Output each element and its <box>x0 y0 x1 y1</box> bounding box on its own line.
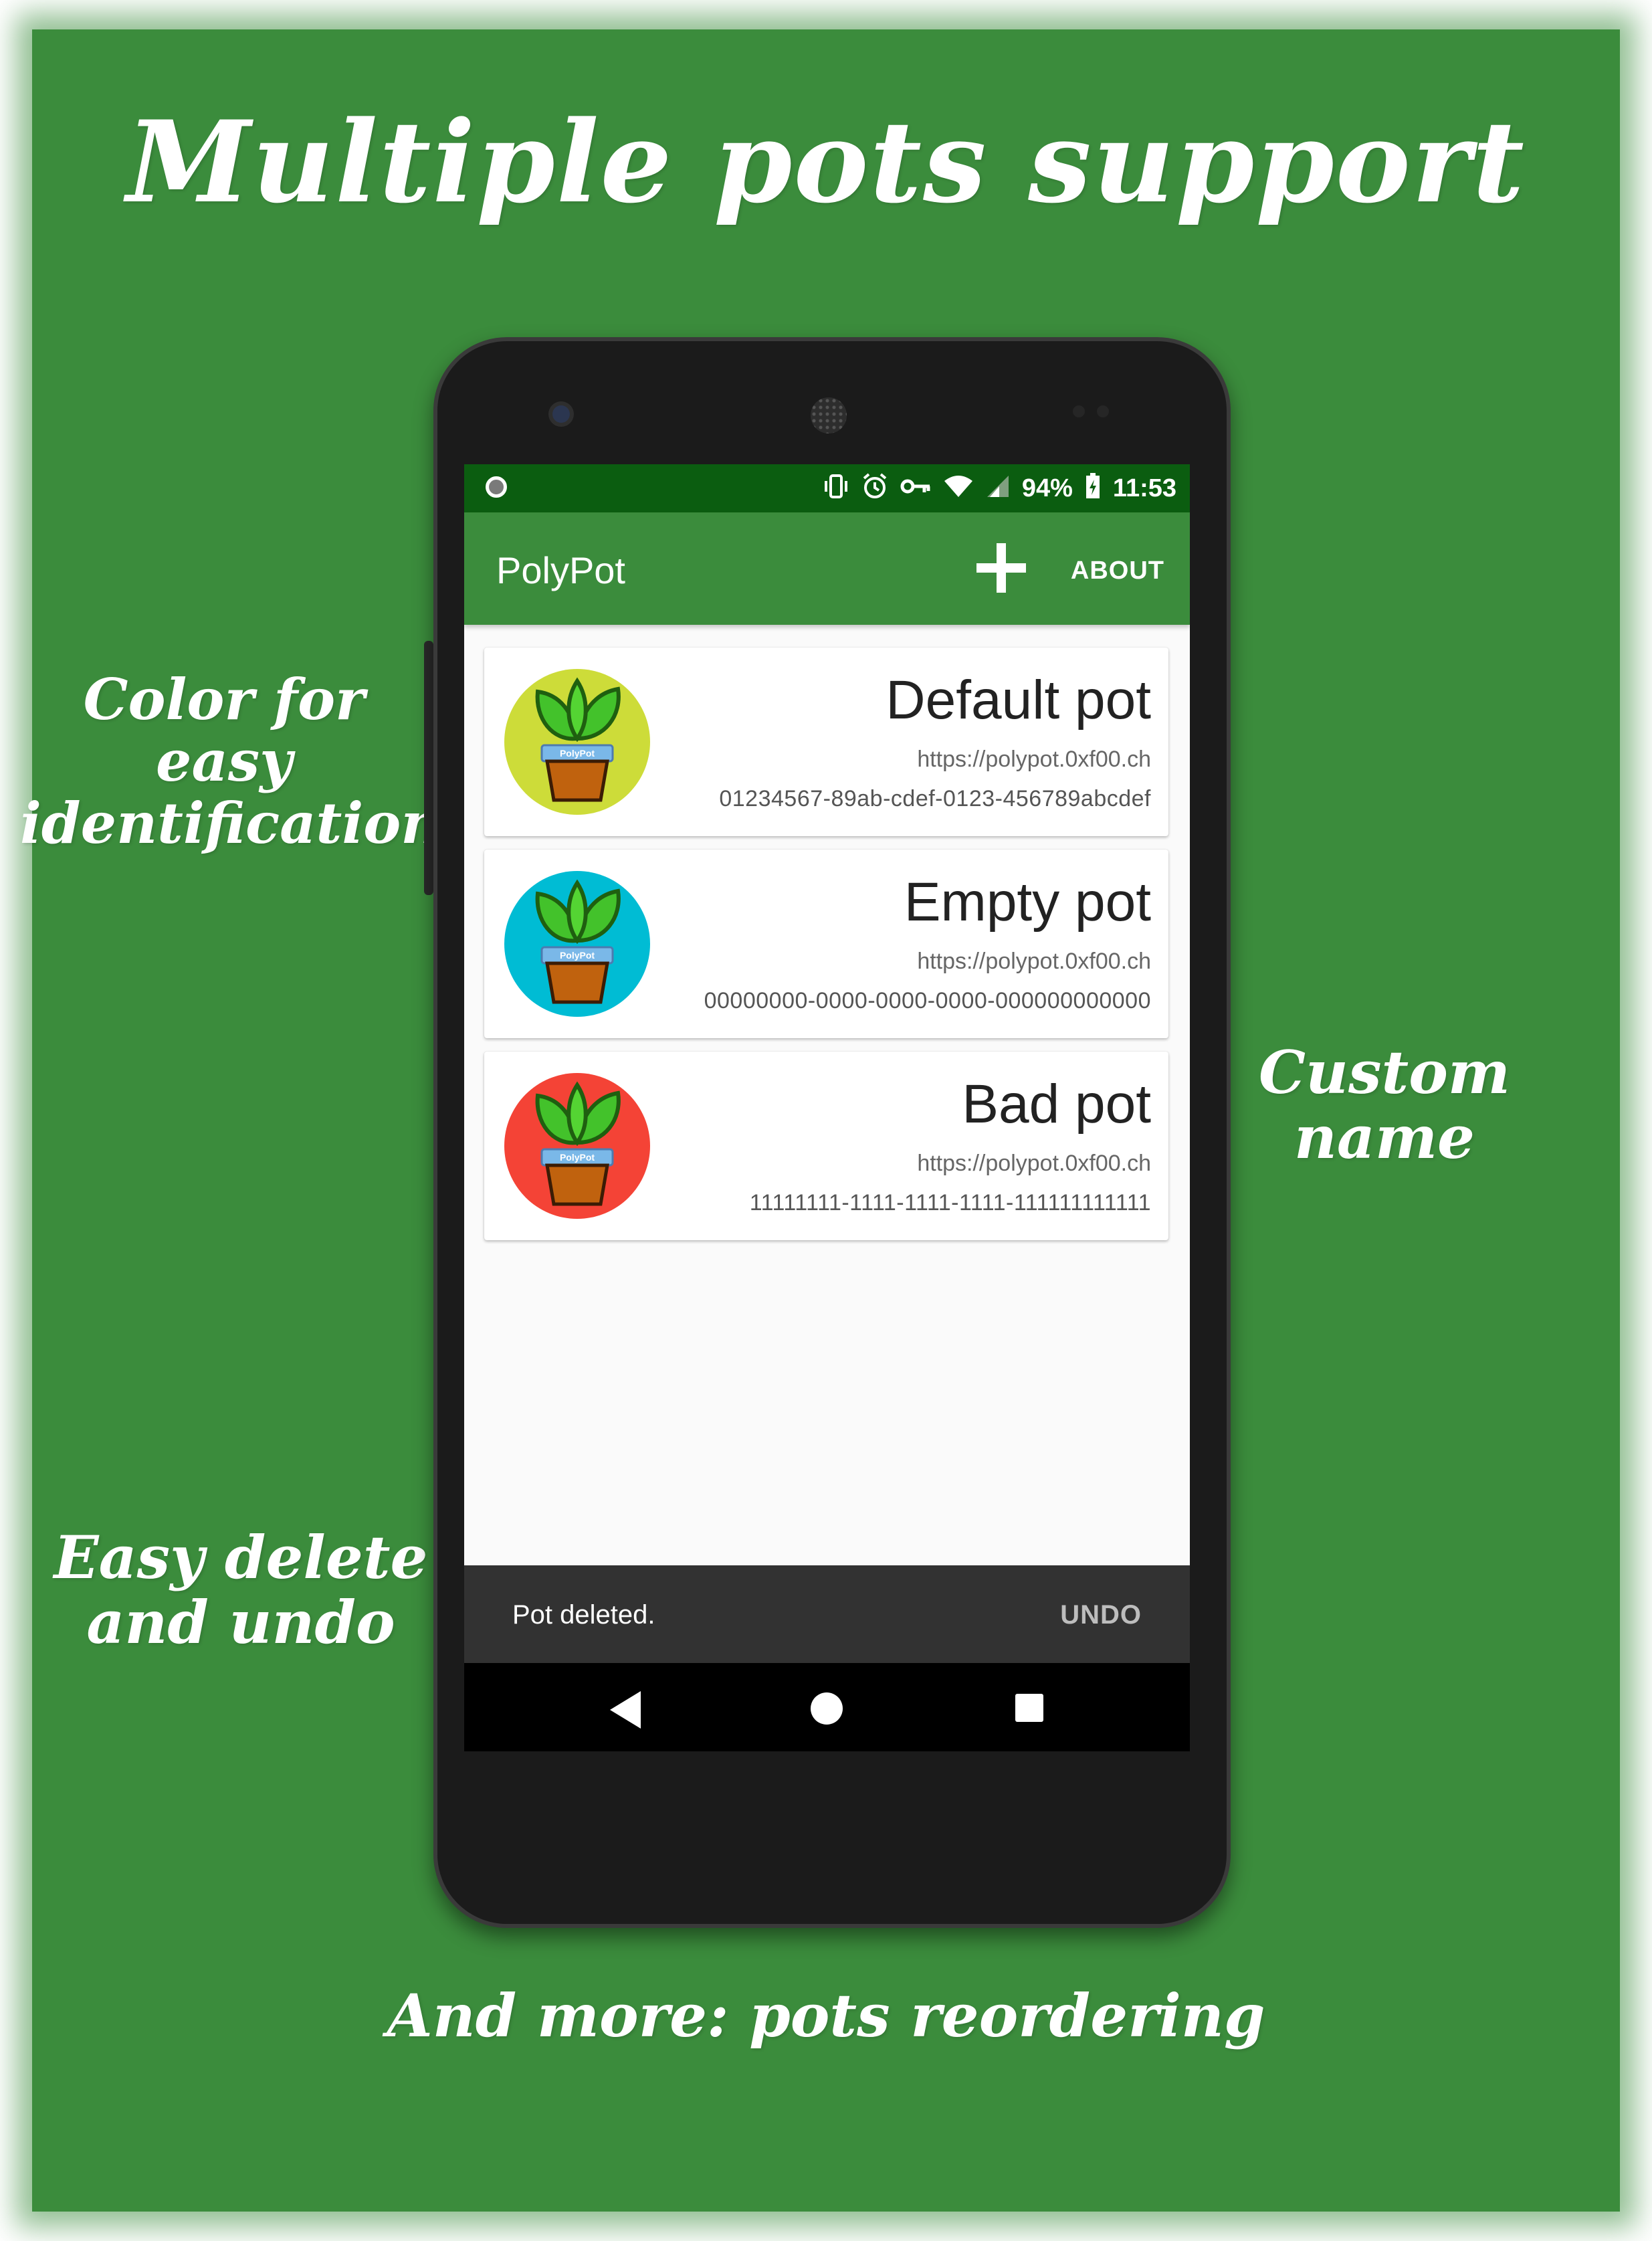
pot-url: https://polypot.0xf00.ch <box>917 949 1151 974</box>
plus-icon-vertical <box>997 543 1006 593</box>
snackbar-message: Pot deleted. <box>512 1600 655 1630</box>
pot-url: https://polypot.0xf00.ch <box>917 747 1151 772</box>
front-camera <box>552 405 570 423</box>
pot-name: Empty pot <box>904 872 1151 933</box>
pot-list: PolyPot Default pot https://polypot.0xf0… <box>484 648 1168 1254</box>
plant-pot-icon: PolyPot <box>504 669 650 815</box>
callout-delete-undo: Easy delete and undo <box>54 1523 428 1657</box>
pot-name: Bad pot <box>962 1074 1151 1135</box>
pot-id: 01234567-89ab-cdef-0123-456789abcdef <box>719 786 1151 811</box>
pot-id: 00000000-0000-0000-0000-000000000000 <box>704 988 1151 1013</box>
status-time: 11:53 <box>1112 474 1176 502</box>
svg-text:PolyPot: PolyPot <box>560 748 595 759</box>
callout-color: Color for easy identification <box>20 666 442 856</box>
about-button[interactable]: ABOUT <box>1071 557 1164 585</box>
promo-footer: And more: pots reordering <box>387 1981 1265 2050</box>
add-pot-button[interactable] <box>971 538 1031 598</box>
pot-color-avatar: PolyPot <box>504 669 650 815</box>
light-sensor <box>1097 405 1109 417</box>
promo-headline: Multiple pots support <box>126 96 1526 228</box>
notification-icon <box>486 476 507 498</box>
phone-volume-button <box>424 641 433 895</box>
pot-color-avatar: PolyPot <box>504 1073 650 1219</box>
svg-text:PolyPot: PolyPot <box>560 1152 595 1163</box>
pot-name: Default pot <box>886 670 1151 730</box>
wifi-icon <box>943 474 974 502</box>
battery-charging-icon <box>1085 473 1101 504</box>
status-bar: 94% 11:53 <box>464 464 1190 512</box>
pot-url: https://polypot.0xf00.ch <box>917 1151 1151 1176</box>
pot-color-avatar: PolyPot <box>504 871 650 1017</box>
navigation-bar <box>464 1663 1190 1751</box>
vpn-key-icon <box>900 476 931 500</box>
home-circle-icon[interactable] <box>811 1692 843 1725</box>
pot-card[interactable]: PolyPot Empty pot https://polypot.0xf00.… <box>484 850 1168 1038</box>
back-triangle-icon[interactable] <box>610 1691 641 1729</box>
recents-square-icon[interactable] <box>1015 1694 1043 1722</box>
pot-id: 11111111-1111-1111-1111-111111111111 <box>749 1190 1151 1215</box>
plant-pot-icon: PolyPot <box>504 1073 650 1219</box>
vibrate-icon <box>823 474 849 502</box>
signal-icon <box>986 474 1010 502</box>
plant-pot-icon: PolyPot <box>504 871 650 1017</box>
phone-screen: 94% 11:53 PolyPot ABOUT PolyPot Default … <box>464 464 1190 1751</box>
alarm-icon <box>861 473 888 504</box>
undo-button[interactable]: UNDO <box>1060 1600 1142 1630</box>
app-title: PolyPot <box>496 549 625 591</box>
earpiece-speaker <box>811 397 847 433</box>
svg-text:PolyPot: PolyPot <box>560 950 595 961</box>
battery-percent: 94% <box>1021 474 1073 502</box>
pot-card[interactable]: PolyPot Bad pot https://polypot.0xf00.ch… <box>484 1052 1168 1240</box>
proximity-sensor <box>1073 405 1085 417</box>
pot-card[interactable]: PolyPot Default pot https://polypot.0xf0… <box>484 648 1168 836</box>
app-toolbar: PolyPot ABOUT <box>464 512 1190 625</box>
callout-custom-name: Custom name <box>1258 1038 1511 1172</box>
snackbar: Pot deleted. UNDO <box>464 1565 1190 1663</box>
